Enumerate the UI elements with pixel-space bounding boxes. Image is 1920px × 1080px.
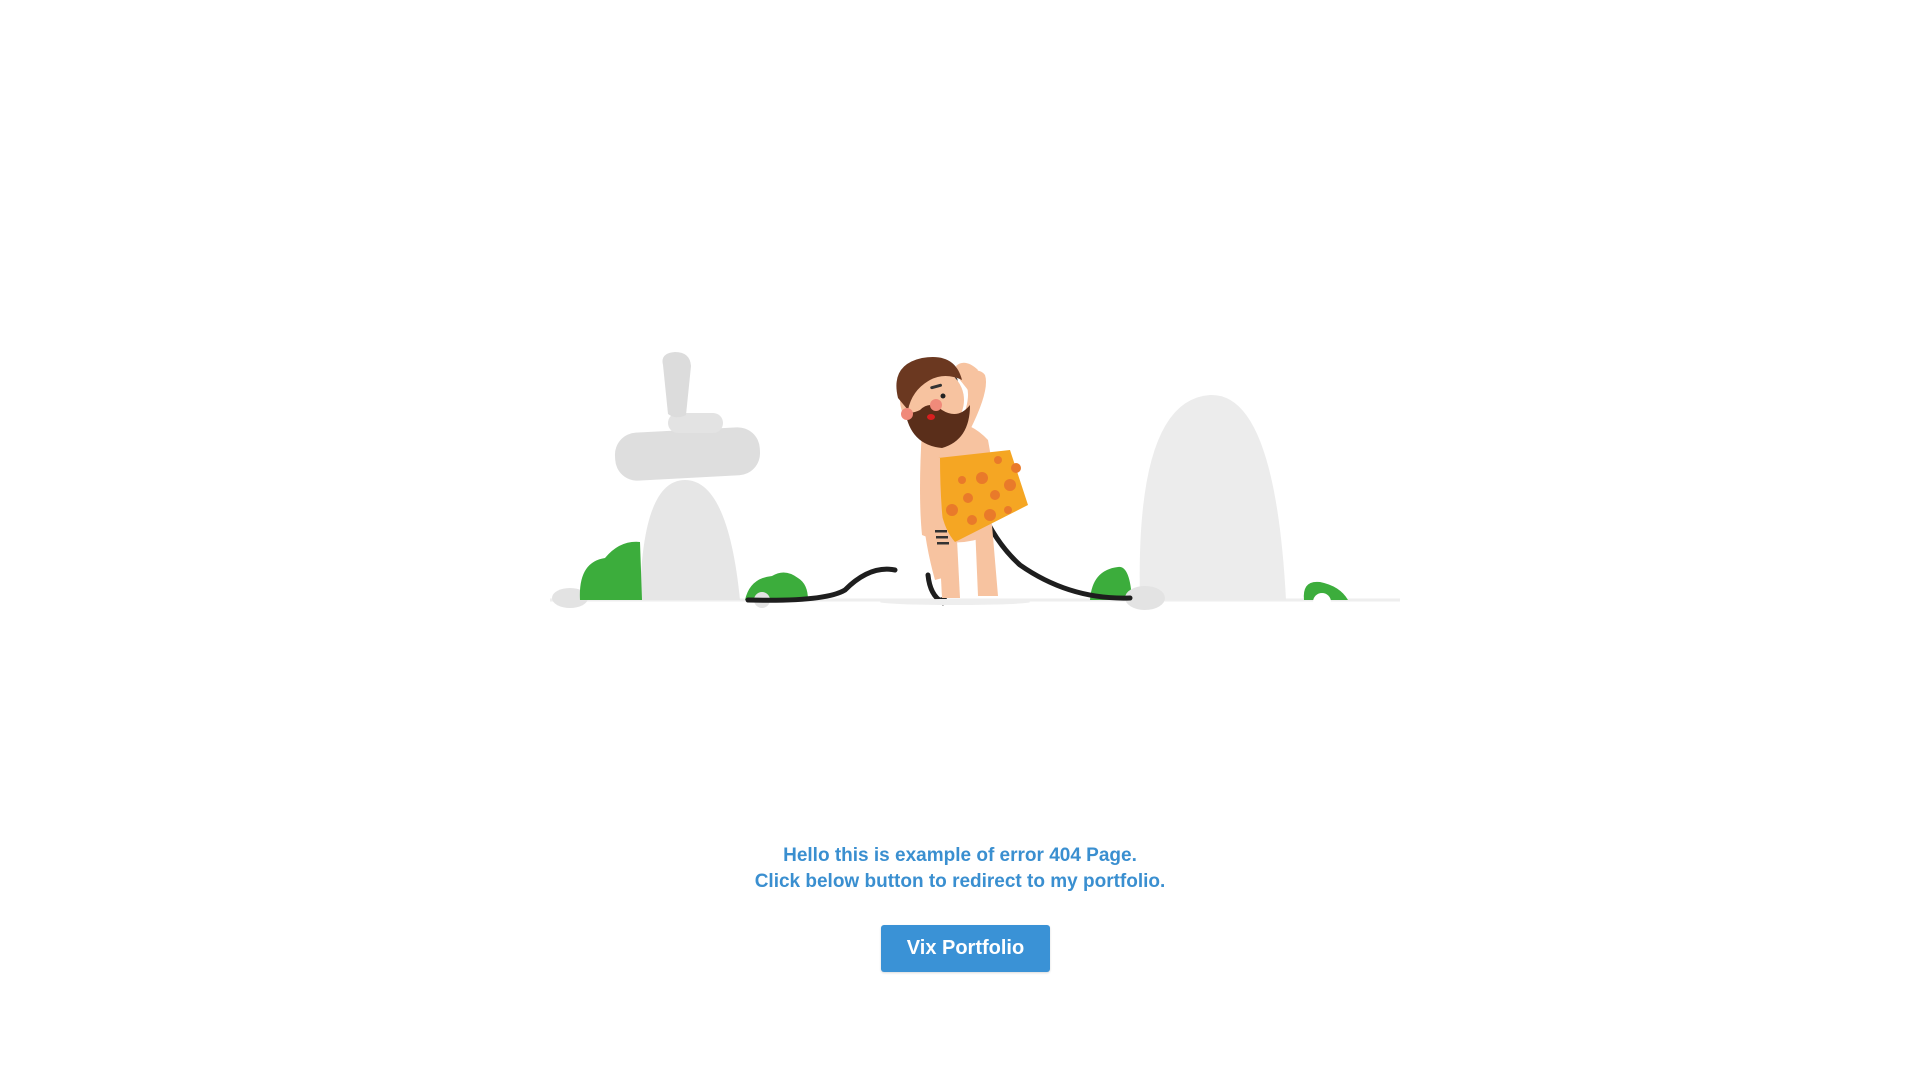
error-404-page: Hello this is example of error 404 Page.… xyxy=(0,0,1920,1080)
stacked-rocks xyxy=(552,352,761,608)
large-rock xyxy=(1090,394,1348,611)
caveman xyxy=(880,356,1030,605)
error-message-line-1: Hello this is example of error 404 Page. xyxy=(783,845,1137,866)
error-message: Hello this is example of error 404 Page.… xyxy=(0,843,1920,895)
portfolio-button[interactable]: Vix Portfolio xyxy=(881,925,1050,972)
caveman-illustration xyxy=(550,352,1400,611)
error-message-line-2: Click below button to redirect to my por… xyxy=(754,871,1166,892)
